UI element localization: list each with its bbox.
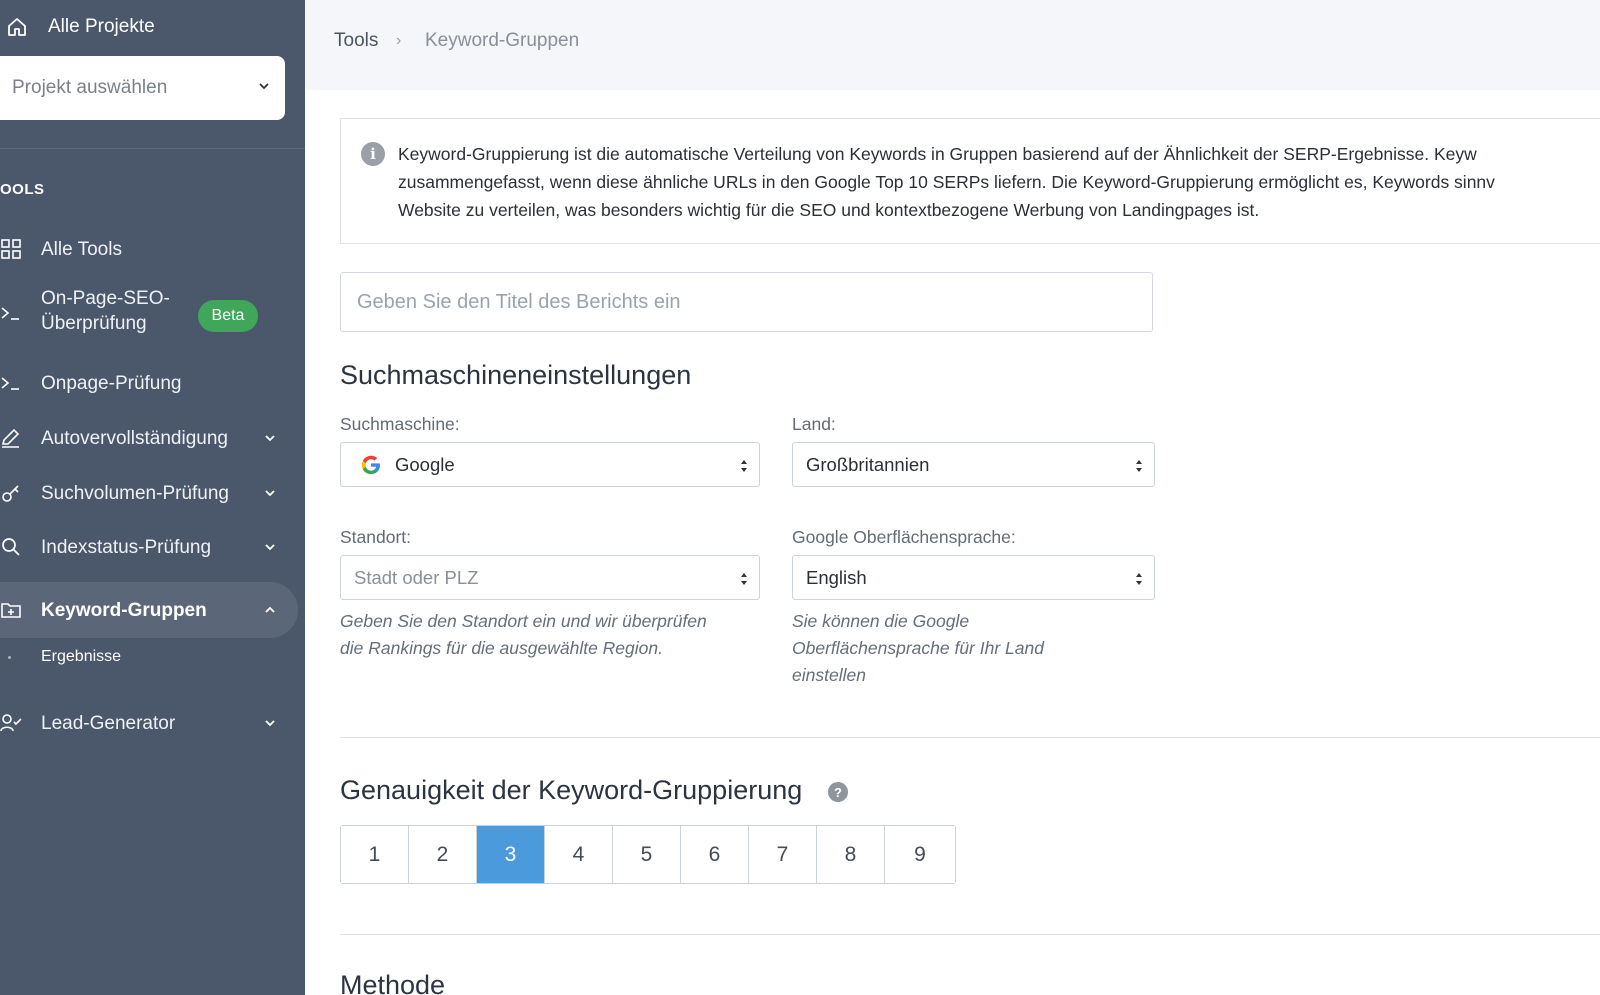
engine-label: Suchmaschine: bbox=[340, 414, 460, 434]
section-divider bbox=[340, 737, 1600, 738]
sidebar-item-all-tools[interactable]: Alle Tools bbox=[0, 232, 298, 266]
select-arrows-icon bbox=[739, 569, 749, 589]
language-value: English bbox=[806, 566, 867, 588]
sidebar-item-autocomplete[interactable]: Autovervollständigung bbox=[0, 421, 298, 455]
folder-plus-icon bbox=[0, 599, 22, 621]
accuracy-heading: Genauigkeit der Keyword-Gruppierung bbox=[340, 775, 803, 805]
accuracy-option-2[interactable]: 2 bbox=[409, 826, 477, 883]
pencil-icon bbox=[0, 427, 22, 449]
grid-icon bbox=[0, 238, 22, 260]
sub-item-bullet bbox=[8, 656, 11, 659]
terminal-icon bbox=[0, 302, 22, 324]
sidebar-item-label-line2: Überprüfung bbox=[41, 313, 147, 334]
sidebar-item-label: Indexstatus-Prüfung bbox=[41, 537, 212, 558]
sidebar-item-label: Keyword-Gruppen bbox=[41, 600, 207, 621]
sidebar-item-search-volume[interactable]: Suchvolumen-Prüfung bbox=[0, 476, 298, 510]
accuracy-selector: 1 2 3 4 5 6 7 8 9 bbox=[340, 825, 956, 884]
sidebar-item-label: Onpage-Prüfung bbox=[41, 373, 182, 394]
chevron-down-icon bbox=[262, 430, 278, 446]
location-label: Standort: bbox=[340, 527, 412, 547]
select-arrows-icon bbox=[1134, 456, 1144, 476]
select-arrows-icon bbox=[1134, 569, 1144, 589]
language-select[interactable]: English bbox=[792, 555, 1155, 600]
project-select[interactable]: Projekt auswählen bbox=[0, 56, 285, 120]
breadcrumb-bar: Tools › Keyword-Gruppen bbox=[305, 0, 1600, 90]
language-help-line-3: einstellen bbox=[792, 665, 866, 685]
sidebar-divider bbox=[0, 148, 305, 149]
language-label: Google Oberflächensprache: bbox=[792, 527, 1016, 547]
location-select[interactable]: Stadt oder PLZ bbox=[340, 555, 760, 600]
help-icon[interactable]: ? bbox=[828, 782, 848, 802]
info-icon: i bbox=[361, 142, 385, 166]
tools-section-heading: OOLS bbox=[0, 181, 45, 198]
accuracy-option-7[interactable]: 7 bbox=[749, 826, 817, 883]
chevron-down-icon bbox=[257, 79, 271, 98]
terminal-icon bbox=[0, 372, 22, 394]
sidebar-item-label-line1: On-Page-SEO- bbox=[41, 288, 170, 309]
accuracy-option-6[interactable]: 6 bbox=[681, 826, 749, 883]
country-label: Land: bbox=[792, 414, 836, 434]
chevron-down-icon bbox=[262, 539, 278, 555]
sidebar-item-lead-generator[interactable]: Lead-Generator bbox=[0, 706, 298, 740]
info-line-1: Keyword-Gruppierung ist die automatische… bbox=[398, 144, 1477, 164]
method-heading: Methode bbox=[340, 970, 446, 995]
info-text: Keyword-Gruppierung ist die automatische… bbox=[398, 140, 1600, 224]
chevron-down-icon bbox=[262, 715, 278, 731]
all-projects-link[interactable]: Alle Projekte bbox=[0, 10, 155, 44]
sidebar-item-index-status[interactable]: Indexstatus-Prüfung bbox=[0, 530, 298, 564]
home-icon bbox=[6, 16, 28, 38]
location-help-line-1: Geben Sie den Standort ein und wir überp… bbox=[340, 611, 707, 631]
sidebar: Alle Projekte Projekt auswählen OOLS All… bbox=[0, 0, 305, 995]
section-divider bbox=[340, 934, 1600, 935]
accuracy-option-4[interactable]: 4 bbox=[545, 826, 613, 883]
info-line-3: Website zu verteilen, was besonders wich… bbox=[398, 200, 1260, 220]
sidebar-item-label: Alle Tools bbox=[41, 239, 122, 260]
engine-value: Google bbox=[395, 453, 455, 475]
location-help-line-2: die Rankings für die ausgewählte Region. bbox=[340, 638, 663, 658]
sidebar-item-label: Autovervollständigung bbox=[41, 428, 228, 449]
language-help-line-1: Sie können die Google bbox=[792, 611, 970, 631]
accuracy-option-3[interactable]: 3 bbox=[477, 826, 545, 883]
user-check-icon bbox=[0, 712, 22, 734]
location-help: Geben Sie den Standort ein und wir überp… bbox=[340, 608, 707, 662]
location-placeholder: Stadt oder PLZ bbox=[354, 566, 479, 588]
accuracy-option-5[interactable]: 5 bbox=[613, 826, 681, 883]
report-title-input[interactable]: Geben Sie den Titel des Berichts ein bbox=[340, 272, 1153, 332]
accuracy-option-9[interactable]: 9 bbox=[885, 826, 955, 883]
google-icon bbox=[360, 454, 382, 476]
accuracy-option-8[interactable]: 8 bbox=[817, 826, 885, 883]
key-icon bbox=[0, 482, 22, 504]
sidebar-item-onpage-check[interactable]: Onpage-Prüfung bbox=[0, 366, 298, 400]
accuracy-option-1[interactable]: 1 bbox=[341, 826, 409, 883]
breadcrumb-current: Keyword-Gruppen bbox=[425, 30, 580, 51]
country-value: Großbritannien bbox=[806, 453, 930, 475]
breadcrumb-tools[interactable]: Tools bbox=[334, 30, 378, 52]
engine-select[interactable]: Google bbox=[340, 442, 760, 487]
info-line-2: zusammengefasst, wenn diese ähnliche URL… bbox=[398, 172, 1495, 192]
search-settings-heading: Suchmaschineneinstellungen bbox=[340, 360, 692, 390]
sidebar-item-label: Lead-Generator bbox=[41, 713, 176, 734]
select-arrows-icon bbox=[739, 456, 749, 476]
language-help-line-2: Oberflächensprache für Ihr Land bbox=[792, 638, 1044, 658]
all-projects-label: Alle Projekte bbox=[48, 16, 155, 37]
sidebar-subitem-results[interactable]: Ergebnisse bbox=[41, 648, 121, 666]
chevron-down-icon bbox=[262, 485, 278, 501]
language-help: Sie können die Google Oberflächensprache… bbox=[792, 608, 1044, 689]
search-icon bbox=[0, 536, 22, 558]
info-box: i Keyword-Gruppierung ist die automatisc… bbox=[340, 118, 1600, 244]
chevron-up-icon bbox=[262, 602, 278, 618]
sidebar-item-label: Suchvolumen-Prüfung bbox=[41, 483, 229, 504]
country-select[interactable]: Großbritannien bbox=[792, 442, 1155, 487]
project-select-value: Projekt auswählen bbox=[12, 77, 168, 98]
sidebar-item-keyword-groups[interactable]: Keyword-Gruppen bbox=[0, 582, 298, 638]
beta-badge: Beta bbox=[198, 300, 258, 332]
breadcrumb-separator: › bbox=[396, 32, 402, 49]
